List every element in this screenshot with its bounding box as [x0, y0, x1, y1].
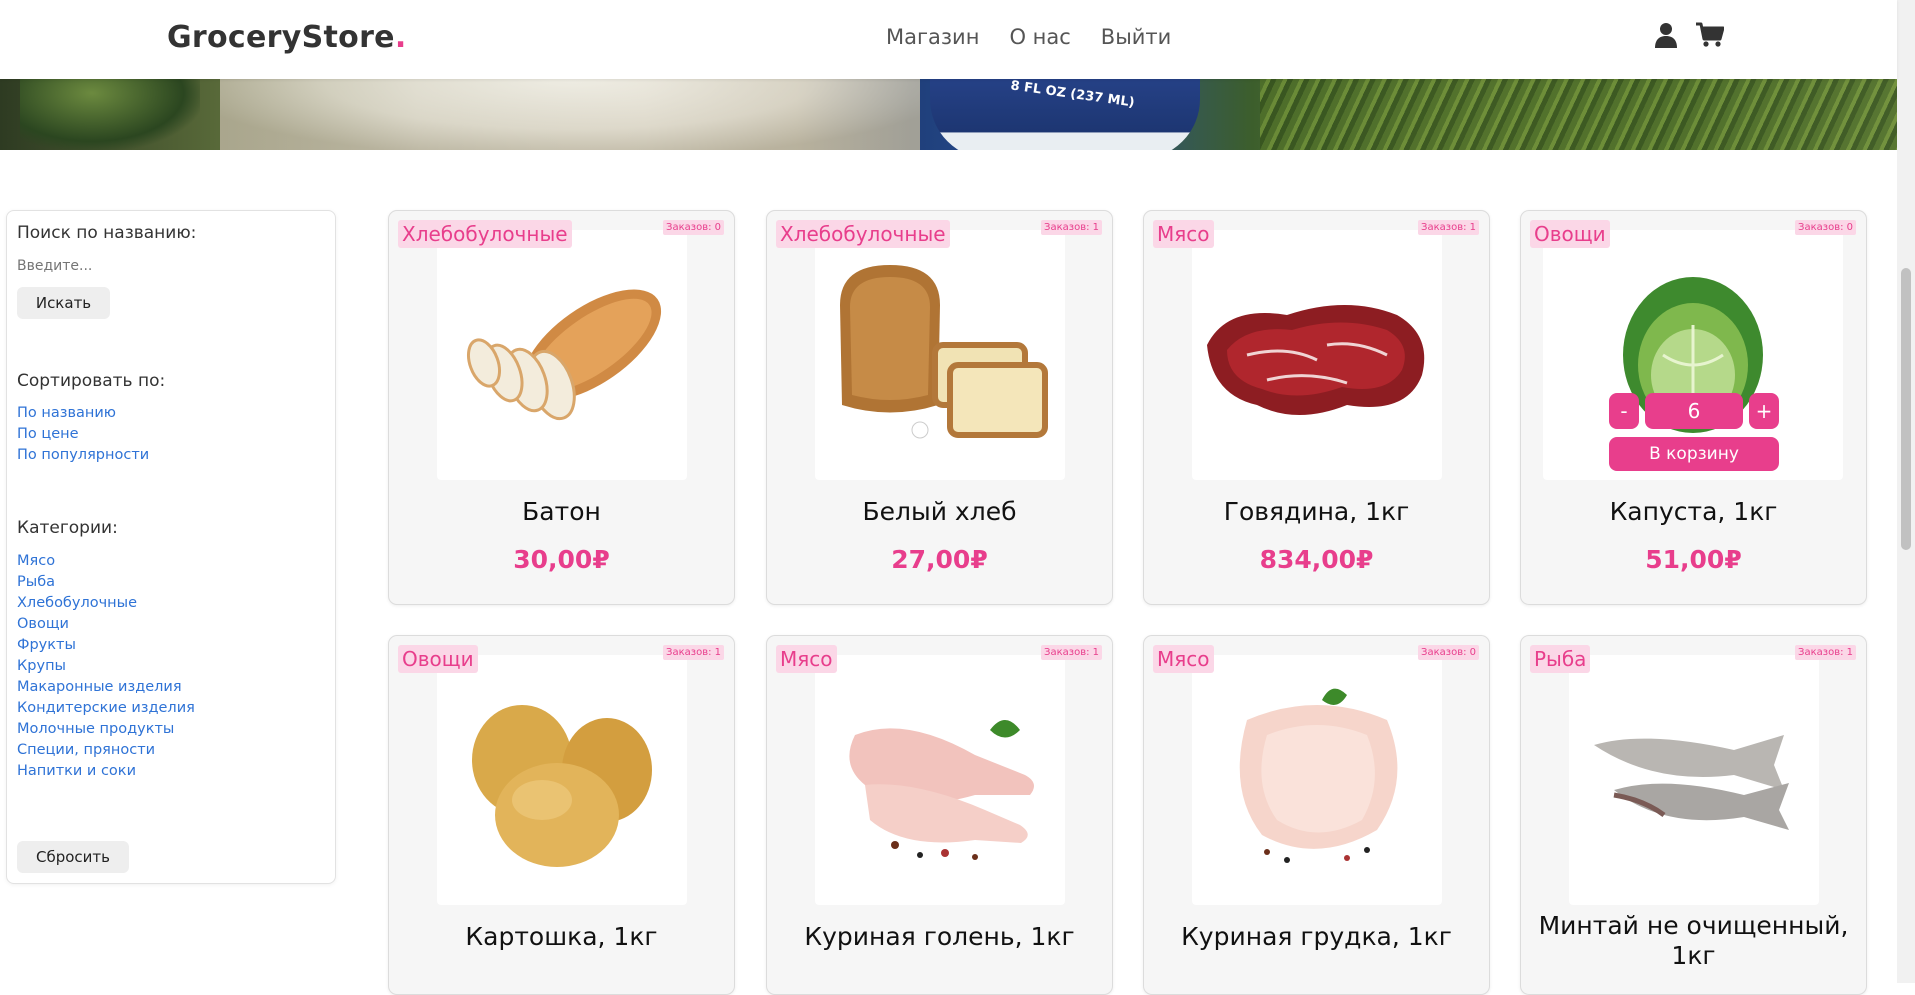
sort-by-name-link[interactable]: По названию [17, 405, 149, 422]
orders-badge: Заказов: 1 [1041, 220, 1102, 235]
product-image-breast[interactable] [1192, 655, 1442, 905]
navbar: GroceryStore. Магазин О нас Выйти [0, 0, 1897, 79]
product-card[interactable]: Овощи Заказов: 0 - 6 + В корзину Капуста… [1520, 210, 1867, 605]
product-image-bread[interactable] [815, 230, 1065, 480]
product-image-fish[interactable] [1569, 655, 1819, 905]
orders-badge: Заказов: 1 [1418, 220, 1479, 235]
orders-badge: Заказов: 1 [1795, 645, 1856, 660]
quantity-decrement-button[interactable]: - [1609, 393, 1639, 429]
user-icon[interactable] [1654, 22, 1678, 48]
category-list: Мясо Рыба Хлебобулочные Овощи Фрукты Кру… [17, 553, 195, 780]
category-badge: Мясо [776, 645, 837, 673]
reset-button[interactable]: Сбросить [17, 841, 129, 873]
product-card[interactable]: Хлебобулочные Заказов: 1 Белый хлеб 27,0… [766, 210, 1113, 605]
scrollbar-thumb[interactable] [1901, 268, 1911, 550]
orders-badge: Заказов: 1 [1041, 645, 1102, 660]
orders-badge: Заказов: 1 [663, 645, 724, 660]
product-card[interactable]: Овощи Заказов: 1 Картошка, 1кг [388, 635, 735, 995]
hero-herbs-image [1260, 79, 1897, 150]
product-name: Батон [522, 497, 601, 526]
category-badge: Хлебобулочные [776, 220, 950, 248]
orders-badge: Заказов: 0 [1418, 645, 1479, 660]
category-link-dairy[interactable]: Молочные продукты [17, 721, 195, 738]
brand-dot: . [394, 20, 407, 55]
category-link-meat[interactable]: Мясо [17, 553, 195, 570]
nav-links: Магазин О нас Выйти [886, 25, 1171, 49]
category-link-fruits[interactable]: Фрукты [17, 637, 195, 654]
search-input[interactable] [17, 255, 317, 277]
product-card[interactable]: Мясо Заказов: 1 Говядина, 1кг 834,00₽ [1143, 210, 1490, 605]
filter-sidebar: Поиск по названию: Искать Сортировать по… [6, 210, 336, 884]
product-card[interactable]: Мясо Заказов: 0 Куриная грудка, 1кг [1143, 635, 1490, 995]
brand-logo[interactable]: GroceryStore. [167, 20, 407, 55]
category-link-vegetables[interactable]: Овощи [17, 616, 195, 633]
search-label: Поиск по названию: [17, 223, 197, 243]
product-name: Говядина, 1кг [1223, 497, 1410, 526]
product-price: 27,00₽ [891, 545, 988, 574]
category-link-spices[interactable]: Специи, пряности [17, 742, 195, 759]
hero-leaves-image [20, 79, 200, 150]
category-link-bakery[interactable]: Хлебобулочные [17, 595, 195, 612]
product-image-potato[interactable] [437, 655, 687, 905]
product-name: Куриная голень, 1кг [804, 922, 1075, 951]
page-scrollbar[interactable] [1897, 0, 1915, 983]
nav-link-shop[interactable]: Магазин [886, 25, 979, 49]
category-badge: Мясо [1153, 220, 1214, 248]
search-button[interactable]: Искать [17, 287, 110, 319]
hero-bag-image [220, 79, 920, 150]
product-price: 30,00₽ [513, 545, 610, 574]
add-to-cart-button[interactable]: В корзину [1609, 437, 1779, 471]
product-price: 51,00₽ [1645, 545, 1742, 574]
quantity-increment-button[interactable]: + [1749, 393, 1779, 429]
category-badge: Рыба [1530, 645, 1591, 673]
category-link-grains[interactable]: Крупы [17, 658, 195, 675]
nav-icons [1654, 22, 1724, 48]
shopping-cart-icon[interactable] [1696, 22, 1724, 48]
product-image-drumstick[interactable] [815, 655, 1065, 905]
product-price: 834,00₽ [1259, 545, 1374, 574]
orders-badge: Заказов: 0 [1795, 220, 1856, 235]
category-link-fish[interactable]: Рыба [17, 574, 195, 591]
product-image-beef[interactable] [1192, 230, 1442, 480]
product-name: Белый хлеб [862, 497, 1017, 526]
hero-banner: 8 FL OZ (237 ML) [0, 79, 1897, 150]
nav-link-logout[interactable]: Выйти [1101, 25, 1172, 49]
sort-label: Сортировать по: [17, 371, 166, 391]
product-image-baton[interactable] [437, 230, 687, 480]
sort-by-popularity-link[interactable]: По популярности [17, 447, 149, 464]
category-link-drinks[interactable]: Напитки и соки [17, 763, 195, 780]
category-badge: Овощи [1530, 220, 1610, 248]
product-name: Минтай не очищенный, 1кг [1538, 911, 1849, 970]
sort-options: По названию По цене По популярности [17, 405, 149, 464]
product-name: Капуста, 1кг [1609, 497, 1778, 526]
category-link-confectionery[interactable]: Кондитерские изделия [17, 700, 195, 717]
product-card[interactable]: Мясо Заказов: 1 Куриная голень, 1кг [766, 635, 1113, 995]
category-link-pasta[interactable]: Макаронные изделия [17, 679, 195, 696]
categories-label: Категории: [17, 518, 118, 538]
category-badge: Овощи [398, 645, 478, 673]
product-card[interactable]: Хлебобулочные Заказов: 0 Батон 30,00₽ [388, 210, 735, 605]
category-badge: Хлебобулочные [398, 220, 572, 248]
nav-link-about[interactable]: О нас [1009, 25, 1070, 49]
product-card[interactable]: Рыба Заказов: 1 Минтай не очищенный, 1кг [1520, 635, 1867, 995]
orders-badge: Заказов: 0 [663, 220, 724, 235]
category-badge: Мясо [1153, 645, 1214, 673]
product-name: Куриная грудка, 1кг [1181, 922, 1452, 951]
sort-by-price-link[interactable]: По цене [17, 426, 149, 443]
quantity-stepper: - 6 + [1609, 393, 1779, 429]
product-name: Картошка, 1кг [465, 922, 658, 951]
quantity-value[interactable]: 6 [1645, 393, 1743, 429]
brand-name: GroceryStore [167, 20, 395, 55]
